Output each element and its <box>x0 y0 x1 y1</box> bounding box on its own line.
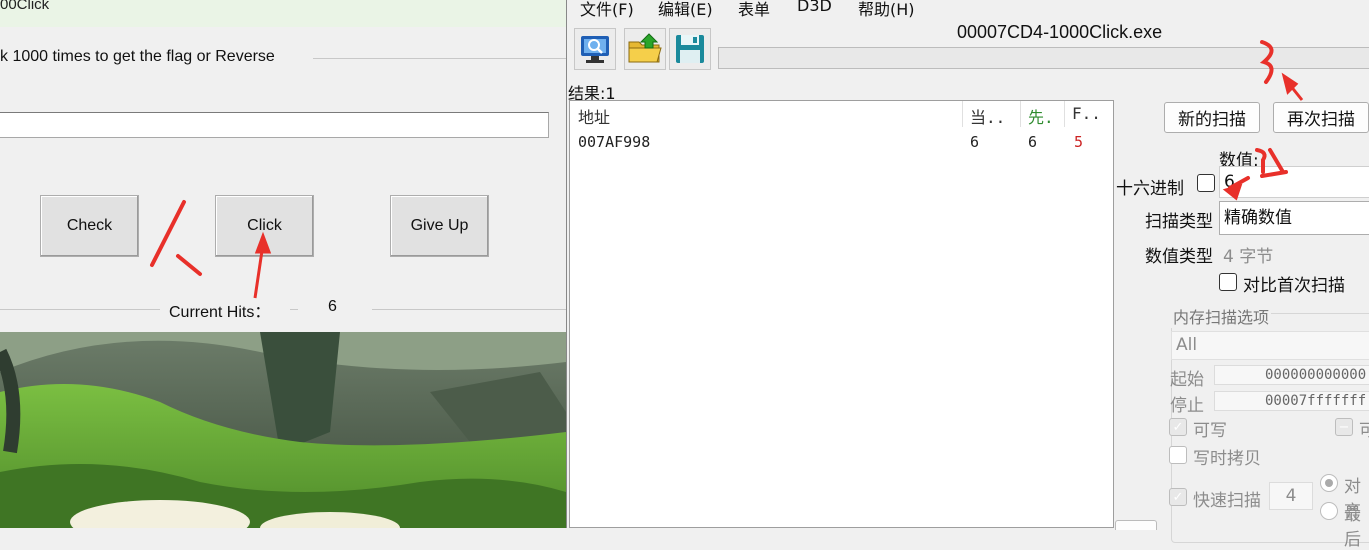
writable-label: 可写 <box>1193 421 1227 441</box>
align-radio[interactable] <box>1320 474 1338 492</box>
column-header-address[interactable]: 地址 <box>578 104 610 128</box>
memory-region-select[interactable]: All <box>1171 331 1369 360</box>
fast-scan-checkbox[interactable]: ✓ <box>1169 488 1187 506</box>
column-separator <box>1064 101 1065 127</box>
scan-value-input[interactable]: 6 <box>1219 166 1369 198</box>
column-header-previous[interactable]: 先. <box>1028 104 1054 128</box>
click-game-window: 00Click k 1000 times to get the flag or … <box>0 0 566 528</box>
row-previous: 6 <box>1028 133 1038 151</box>
check-button[interactable]: Check <box>40 195 139 257</box>
row-address: 007AF998 <box>578 133 651 151</box>
row-first: 5 <box>1074 133 1084 151</box>
instruction-text: k 1000 times to get the flag or Reverse <box>0 48 275 65</box>
window-title: 00Click <box>0 0 50 13</box>
row-current: 6 <box>970 133 980 151</box>
open-file-icon <box>628 33 662 63</box>
scan-type-label: 扫描类型 <box>1145 212 1213 232</box>
groupbox-border <box>0 309 160 310</box>
last-digits-radio[interactable] <box>1320 502 1338 520</box>
scan-results-list[interactable]: 地址 当.. 先. F.. 007AF998 6 6 5 <box>569 100 1114 528</box>
flag-input[interactable] <box>0 112 549 138</box>
groupbox-border <box>372 309 566 310</box>
process-title: 00007CD4-1000Click.exe <box>957 22 1163 42</box>
menu-file[interactable]: 文件(F) <box>580 0 634 20</box>
scan-type-select[interactable]: 精确数值 <box>1219 201 1369 235</box>
menu-bar: 文件(F) 编辑(E) 表单 D3D 帮助(H) <box>567 0 1369 20</box>
menu-d3d[interactable]: D3D <box>797 0 832 15</box>
fast-scan-label: 快速扫描 <box>1193 491 1261 511</box>
cheat-engine-window: 文件(F) 编辑(E) 表单 D3D 帮助(H) 00007CD4-1000Cl… <box>566 0 1369 550</box>
compare-first-label: 对比首次扫描 <box>1243 276 1345 296</box>
background-landscape-image <box>0 332 566 528</box>
start-address-input[interactable]: 000000000000 <box>1214 365 1369 385</box>
copy-on-write-checkbox[interactable] <box>1169 446 1187 464</box>
stop-address-label: 停止 <box>1170 396 1204 416</box>
menu-help[interactable]: 帮助(H) <box>858 0 915 20</box>
groupbox-border <box>313 58 566 59</box>
title-bar: 00Click <box>0 0 566 27</box>
process-select-icon <box>581 36 609 63</box>
hex-label: 十六进制 <box>1116 179 1184 199</box>
hex-checkbox[interactable] <box>1197 174 1215 192</box>
partial-button[interactable] <box>1115 520 1157 530</box>
next-scan-button[interactable]: 再次扫描 <box>1273 102 1369 133</box>
save-icon <box>676 35 704 63</box>
memory-scan-options-title: 内存扫描选项 <box>1171 304 1272 328</box>
value-type-label: 数值类型 <box>1145 247 1213 267</box>
compare-first-checkbox[interactable] <box>1219 273 1237 291</box>
column-separator <box>962 101 963 127</box>
click-button[interactable]: Click <box>215 195 314 257</box>
menu-edit[interactable]: 编辑(E) <box>658 0 713 20</box>
executable-checkbox[interactable]: − <box>1335 418 1353 436</box>
process-select-button[interactable] <box>574 28 616 70</box>
current-hits-value: 6 <box>328 298 337 315</box>
value-type-select[interactable]: 4 字节 <box>1223 242 1273 267</box>
scan-progress-bar <box>718 47 1369 69</box>
executable-label: 可 <box>1359 421 1369 441</box>
column-header-first[interactable]: F.. <box>1072 104 1101 123</box>
current-hits-label: Current Hits： <box>169 304 271 321</box>
column-header-current[interactable]: 当.. <box>970 104 1005 128</box>
give-up-button[interactable]: Give Up <box>390 195 489 257</box>
copy-on-write-label: 写时拷贝 <box>1193 449 1261 469</box>
writable-checkbox[interactable]: ✓ <box>1169 418 1187 436</box>
last-digits-label: 最后 <box>1344 505 1361 550</box>
groupbox-border <box>290 309 298 310</box>
open-file-button[interactable] <box>624 28 666 70</box>
new-scan-button[interactable]: 新的扫描 <box>1164 102 1260 133</box>
column-separator <box>1020 101 1021 127</box>
save-button[interactable] <box>669 28 711 70</box>
stop-address-input[interactable]: 00007fffffff <box>1214 391 1369 411</box>
menu-table[interactable]: 表单 <box>738 0 770 20</box>
fast-scan-alignment-input[interactable]: 4 <box>1269 482 1313 510</box>
start-address-label: 起始 <box>1170 370 1204 390</box>
